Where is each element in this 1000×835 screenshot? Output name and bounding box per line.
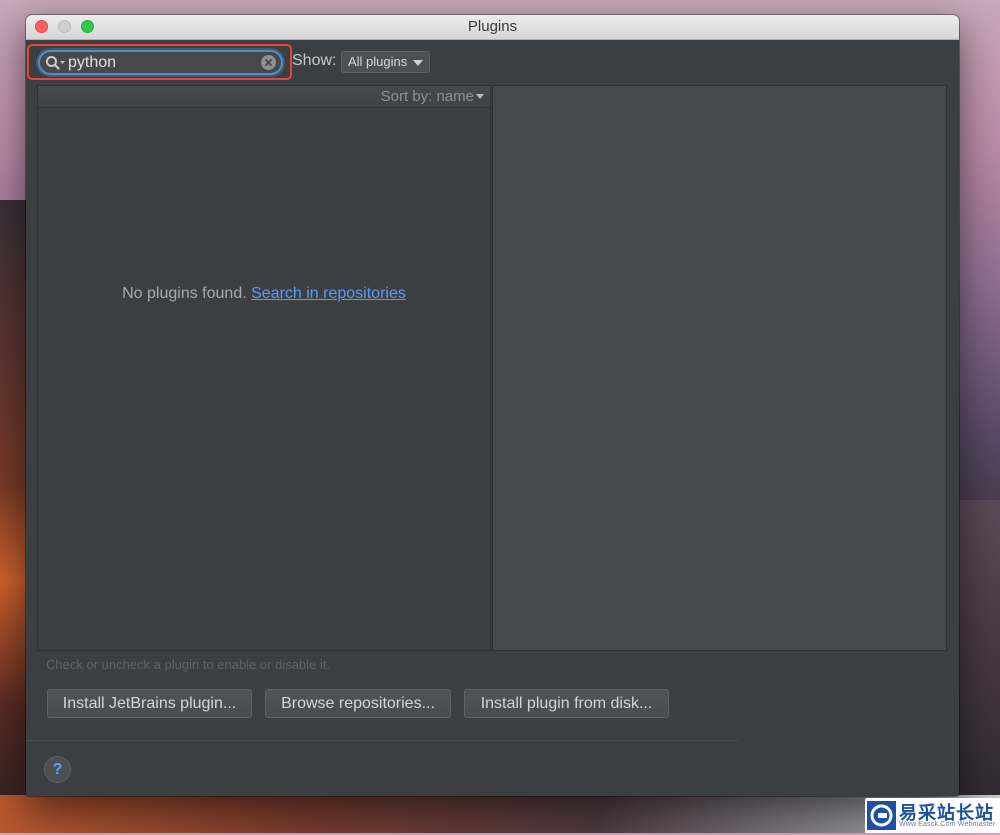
wallpaper-right (955, 500, 1000, 833)
window-title: Plugins (467, 18, 518, 35)
sort-bar[interactable]: Sort by: name (38, 86, 490, 108)
browse-repositories-button[interactable]: Browse repositories... (265, 689, 451, 718)
show-filter-dropdown[interactable]: All plugins (341, 51, 430, 73)
search-icon[interactable] (45, 55, 67, 71)
chevron-down-icon (413, 60, 423, 66)
search-field[interactable] (38, 50, 283, 75)
watermark: 易采站长站 Www.Easck.Com Webmaster (865, 798, 1000, 833)
no-plugins-message: No plugins found. (122, 285, 247, 302)
watermark-logo-icon (867, 801, 896, 830)
divider (26, 740, 738, 741)
show-filter-value: All plugins (348, 54, 408, 69)
plugin-details-panel (492, 85, 947, 651)
plugin-list[interactable]: Sort by: name No plugins found. Search i… (37, 85, 491, 651)
search-in-repositories-link[interactable]: Search in repositories (251, 285, 406, 302)
help-button[interactable]: ? (44, 756, 71, 783)
install-jetbrains-plugin-button[interactable]: Install JetBrains plugin... (47, 689, 252, 718)
sort-by-label[interactable]: Sort by: name (381, 88, 474, 105)
search-input[interactable] (68, 53, 253, 72)
wallpaper-bottom (0, 795, 1000, 833)
watermark-subtext: Www.Easck.Com Webmaster (899, 821, 996, 828)
show-label: Show: (292, 52, 337, 69)
clear-search-icon[interactable] (260, 54, 277, 71)
plugins-dialog: Plugins Show: All plugins Sort by: name (26, 15, 959, 796)
hint-text: Check or uncheck a plugin to enable or d… (46, 657, 331, 672)
sort-chevron-down-icon[interactable] (476, 94, 484, 99)
install-plugin-from-disk-button[interactable]: Install plugin from disk... (464, 689, 669, 718)
title-bar[interactable]: Plugins (26, 15, 959, 40)
empty-state: No plugins found. Search in repositories (38, 285, 490, 303)
